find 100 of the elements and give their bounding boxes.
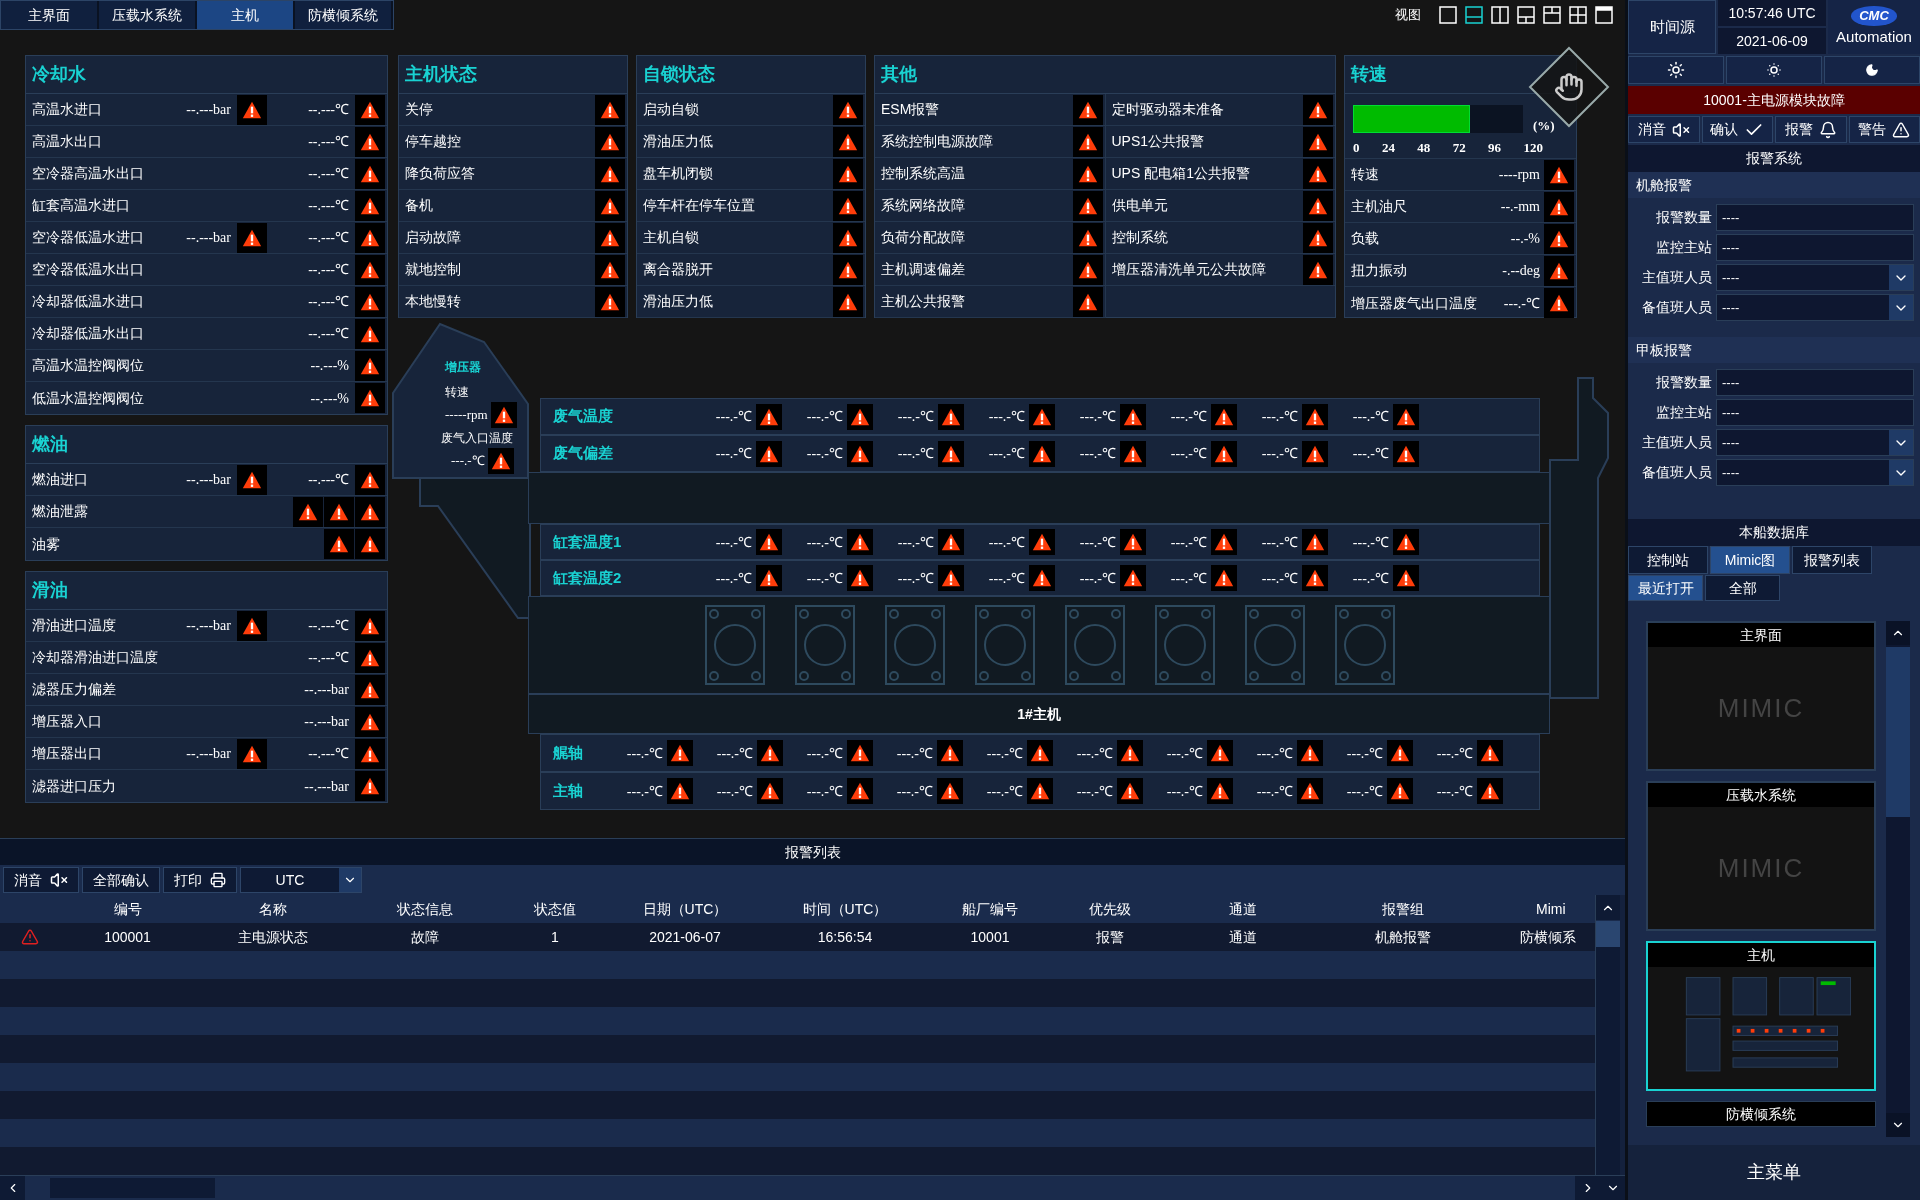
nav-tab[interactable]: 压载水系统 xyxy=(99,1,195,29)
warning-icon xyxy=(1892,120,1911,139)
column-header: 编号 xyxy=(112,899,143,919)
main-menu-button[interactable]: 主菜单 xyxy=(1628,1145,1920,1200)
warning-icon xyxy=(355,350,385,381)
row-label: 燃油进口 xyxy=(32,470,89,489)
warning-icon xyxy=(1302,529,1328,555)
warning-icon xyxy=(1072,94,1103,125)
nav-tab[interactable]: 主机 xyxy=(197,1,293,29)
field-label: 备值班人员 xyxy=(1641,298,1713,317)
input-field[interactable]: ---- xyxy=(1716,234,1914,261)
warning-icon xyxy=(847,565,873,591)
reading-value: ---.-℃ xyxy=(806,569,844,588)
alarm-action-button[interactable]: 消音 xyxy=(1628,116,1700,143)
scroll-thumb[interactable] xyxy=(50,1178,215,1198)
filter-tab[interactable]: 全部 xyxy=(1705,575,1780,601)
warning-icon xyxy=(1211,565,1237,591)
dropdown-field[interactable]: ---- xyxy=(1716,459,1914,486)
warning-icon xyxy=(1302,565,1328,591)
mimic-thumbnail[interactable]: 主机 xyxy=(1646,941,1876,1091)
warning-icon xyxy=(1072,222,1103,253)
bell-icon xyxy=(1818,120,1837,139)
warning-icon xyxy=(1302,440,1328,467)
reading-value: ---.-℃ xyxy=(716,782,754,801)
reading-value: ---.-℃ xyxy=(1076,744,1114,763)
row-label: 高温水温控阀阀位 xyxy=(32,356,145,375)
turbocharger-title: 增压器 xyxy=(445,359,482,376)
warning-icon xyxy=(1072,254,1103,285)
warning-icon xyxy=(324,496,354,527)
dropdown-field[interactable]: ---- xyxy=(1716,294,1914,321)
warning-icon xyxy=(937,740,963,766)
scroll-thumb[interactable] xyxy=(1596,921,1620,947)
time-source-button[interactable]: 时间源 xyxy=(1628,0,1716,54)
warning-icon xyxy=(1477,740,1503,766)
database-tab[interactable]: Mimic图 xyxy=(1710,546,1790,574)
input-field[interactable]: ---- xyxy=(1716,369,1914,396)
reading-value: ---.-℃ xyxy=(806,782,844,801)
brightness-button[interactable] xyxy=(1824,56,1920,84)
warning-icon xyxy=(355,674,385,705)
dropdown-field[interactable]: ---- xyxy=(1716,264,1914,291)
warning-icon xyxy=(1303,222,1333,253)
panel-title: 冷却水 xyxy=(26,56,387,94)
status-label: 主机调速偏差 xyxy=(881,260,966,279)
status-label: 关停 xyxy=(405,100,434,119)
row-label: 燃油泄露 xyxy=(32,502,89,521)
alarm-row[interactable]: 100001 主电源状态 故障 1 2021-06-07 16:56:54 10001 报警 通道 机舱报警 防横倾系 xyxy=(0,923,1595,951)
reading-value: --.---bar xyxy=(185,745,232,763)
dropdown-field[interactable]: ---- xyxy=(1716,429,1914,456)
active-alarm-banner: 10001-主电源模块故障 xyxy=(1628,86,1920,114)
reading-value: ---.-℃ xyxy=(986,782,1024,801)
warning-icon xyxy=(756,440,782,467)
vertical-scrollbar[interactable] xyxy=(1595,895,1620,1175)
row-label: 油雾 xyxy=(32,534,61,554)
warning-icon xyxy=(355,706,385,737)
field-label: 报警数量 xyxy=(1655,373,1713,392)
row-label: 高温水进口 xyxy=(32,100,103,119)
nav-tab[interactable]: 防横倾系统 xyxy=(295,1,391,29)
toolbar-button[interactable]: 消音 xyxy=(3,867,79,893)
filter-tab[interactable]: 最近打开 xyxy=(1628,575,1703,601)
reading-value: --.---℃ xyxy=(307,617,350,635)
row-label: 艉轴 xyxy=(553,742,584,763)
warning-icon xyxy=(1120,565,1146,591)
database-tab[interactable]: 控制站 xyxy=(1628,546,1708,574)
horizontal-scrollbar[interactable] xyxy=(0,1175,1625,1200)
database-tab[interactable]: 报警列表 xyxy=(1792,546,1872,574)
reading-value: ---.-℃ xyxy=(715,533,753,552)
row-label: 缸套高温水进口 xyxy=(32,196,131,215)
scroll-thumb[interactable] xyxy=(1886,647,1910,817)
status-label: 本地慢转 xyxy=(405,292,462,311)
layout-icon[interactable] xyxy=(1465,6,1483,24)
table-cell-text: 16:56:54 xyxy=(816,927,874,947)
nav-tab[interactable]: 主界面 xyxy=(1,1,97,29)
panel-title: 其他 xyxy=(875,56,1335,94)
panel-title: 自锁状态 xyxy=(637,56,865,94)
warning-icon xyxy=(1120,529,1146,555)
gauge-tick: 24 xyxy=(1381,138,1395,157)
row-label: 增压器入口 xyxy=(32,712,103,731)
input-field[interactable]: ---- xyxy=(1716,204,1914,231)
input-field[interactable]: ---- xyxy=(1716,399,1914,426)
mimic-thumbnail[interactable]: 防横倾系统 xyxy=(1646,1101,1876,1127)
column-header: 状态信息 xyxy=(396,899,454,919)
warning-icon xyxy=(355,464,385,495)
group-header: 机舱报警 xyxy=(1628,172,1920,198)
gauge-tick: 48 xyxy=(1417,138,1431,157)
reading-value: ---.-℃ xyxy=(896,744,934,763)
warning-icon xyxy=(1297,778,1323,804)
toolbar-button[interactable]: 全部确认 xyxy=(82,867,160,893)
timezone-select[interactable]: UTC xyxy=(240,867,362,893)
mute-icon xyxy=(50,871,68,889)
warning-icon xyxy=(355,610,385,641)
vertical-scrollbar[interactable] xyxy=(1886,621,1910,1137)
toolbar-button[interactable]: 打印 xyxy=(163,867,237,893)
reading-value: ---.-℃ xyxy=(1079,569,1117,588)
column-header: 船厂编号 xyxy=(961,899,1019,919)
warning-icon xyxy=(355,383,385,413)
reading-value: --.---℃ xyxy=(307,471,350,489)
warning-icon xyxy=(1544,223,1574,254)
alarm-action-button[interactable]: 确认 xyxy=(1701,116,1773,143)
alarm-action-button[interactable]: 报警 xyxy=(1775,116,1847,143)
alarm-action-button[interactable]: 警告 xyxy=(1848,116,1920,143)
